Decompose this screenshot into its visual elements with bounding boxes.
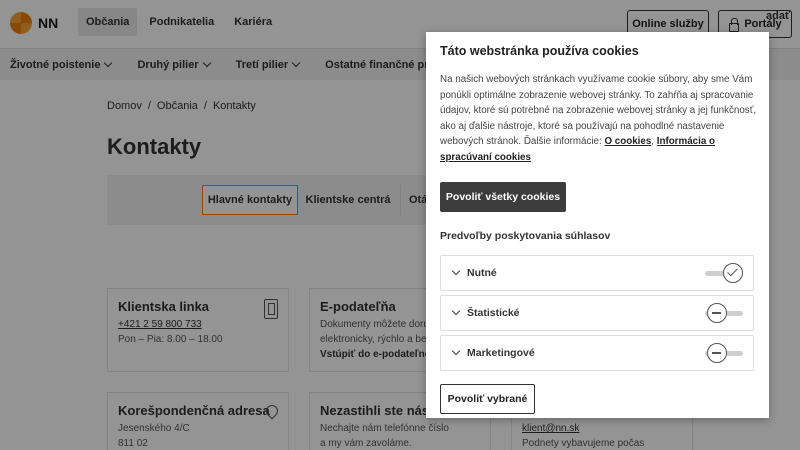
- cookie-dialog-text: Na našich webových stránkach využívame c…: [440, 74, 757, 163]
- pref-label: Nutné: [467, 267, 497, 279]
- chevron-down-icon: [451, 346, 461, 356]
- pref-label: Štatistické: [467, 307, 520, 319]
- allow-all-cookies-button[interactable]: Povoliť všetky cookies: [440, 182, 566, 212]
- cookie-dialog-title: Táto webstránka používa cookies: [440, 44, 639, 58]
- toggle-nutne[interactable]: [723, 263, 743, 283]
- toggle-statisticke[interactable]: [707, 303, 727, 323]
- minus-icon: [712, 312, 721, 314]
- chevron-down-icon: [451, 266, 461, 276]
- minus-icon: [712, 352, 721, 354]
- cookie-consent-dialog: Táto webstránka používa cookies Na našic…: [426, 32, 769, 418]
- check-icon: [727, 265, 738, 277]
- pref-label: Marketingové: [467, 347, 535, 359]
- allow-selected-button[interactable]: Povoliť vybrané: [440, 384, 535, 414]
- consent-preferences-title: Predvoľby poskytovania súhlasov: [440, 230, 611, 242]
- chevron-down-icon: [451, 306, 461, 316]
- o-cookies-link[interactable]: O cookies: [604, 136, 651, 147]
- pref-row-nutne[interactable]: Nutné: [440, 255, 754, 291]
- toggle-marketingove[interactable]: [707, 343, 727, 363]
- pref-row-statisticke[interactable]: Štatistické: [440, 295, 754, 331]
- pref-row-marketingove[interactable]: Marketingové: [440, 335, 754, 371]
